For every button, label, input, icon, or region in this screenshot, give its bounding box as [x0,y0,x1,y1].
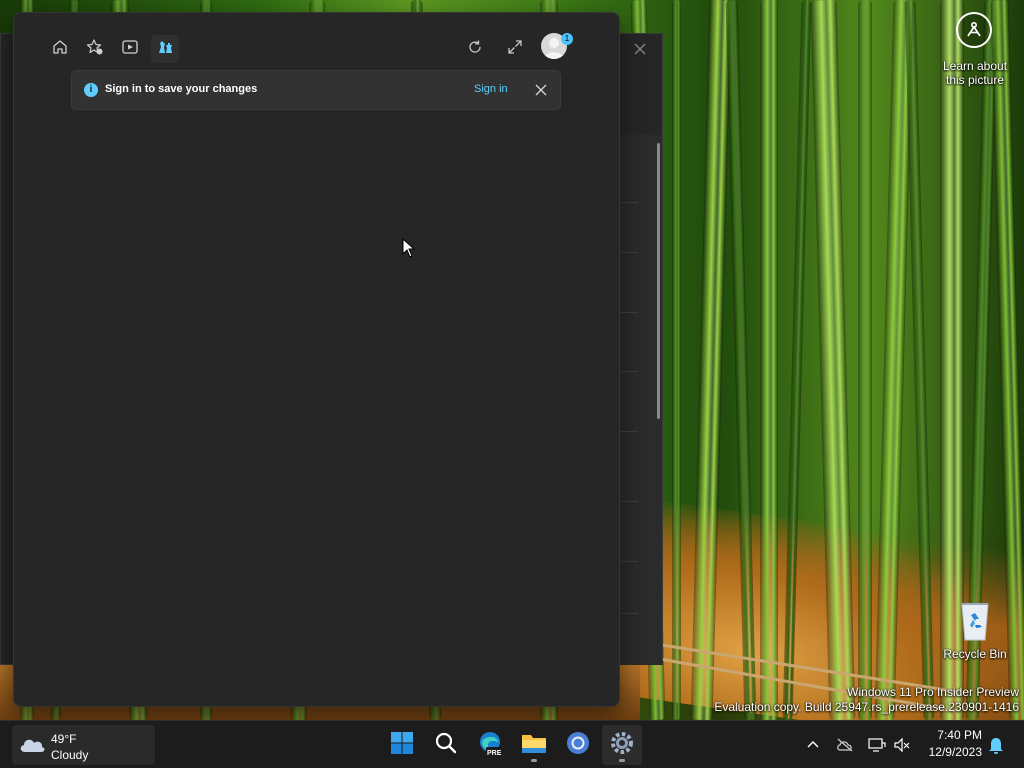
start-icon [390,731,414,759]
bamboo-stalk [760,0,778,720]
home-button[interactable] [46,35,74,63]
recycle-bin-label[interactable]: Recycle Bin [936,647,1014,661]
sign-in-link[interactable]: Sign in [474,83,508,95]
list-divider [620,371,638,372]
edge-preview-icon: PRE [477,730,503,760]
onedrive-offline-icon[interactable] [835,735,855,755]
search-icon [434,731,458,759]
edge-pre-badge: PRE [487,750,502,757]
home-icon [51,38,69,60]
windows-watermark: Windows 11 Pro Insider Preview Evaluatio… [714,685,1019,714]
list-divider [620,312,638,313]
running-indicator [531,759,537,762]
list-divider [620,202,638,203]
favorites-button[interactable] [81,35,109,63]
info-icon: i [84,83,98,97]
notification-bell-icon[interactable] [986,735,1006,755]
infobar-message: Sign in to save your changes [105,83,258,95]
games-tab[interactable] [151,35,179,63]
learn-about-picture-label[interactable]: Learn about this picture [936,59,1014,87]
refresh-icon [467,39,483,59]
signin-infobar: i Sign in to save your changes Sign in [71,70,561,110]
clock-date[interactable]: 12/9/2023 [918,745,982,759]
background-window-list [620,135,662,665]
expand-button[interactable] [501,35,529,63]
avatar-notification-badge: 1 [561,33,573,45]
list-divider [620,561,638,562]
scrollbar[interactable] [657,143,660,419]
weather-condition: Cloudy [51,748,89,762]
widgets-panel: 1 i Sign in to save your changes Sign in [13,12,620,707]
favorites-icon [86,38,104,60]
mouse-cursor-icon [402,237,416,258]
video-play-icon [121,38,139,60]
list-divider [620,501,638,502]
start-button[interactable] [382,725,422,765]
cloud-icon [18,734,46,754]
chrome-button[interactable] [558,725,598,765]
file-explorer-icon [521,731,547,759]
clock-time[interactable]: 7:40 PM [930,728,982,742]
learn-about-picture-icon[interactable] [956,12,992,48]
weather-widget[interactable]: 49°F Cloudy [12,725,155,765]
volume-muted-icon[interactable] [892,735,912,755]
list-divider [620,252,638,253]
list-divider [620,431,638,432]
weather-temperature: 49°F [51,732,77,746]
game-chess-icon [156,38,174,60]
video-button[interactable] [116,35,144,63]
taskbar: 49°F Cloudy PRE 7:40 PM 12/9/2023 [0,720,1024,768]
bamboo-stalk [672,0,681,720]
bamboo-stalk [858,0,872,720]
search-button[interactable] [426,725,466,765]
settings-icon [610,731,634,759]
running-indicator [619,759,625,762]
network-icon[interactable] [867,735,887,755]
close-icon[interactable] [631,40,649,58]
expand-icon [507,39,523,59]
recycle-bin-icon[interactable] [956,598,994,642]
chrome-icon [566,731,590,759]
close-icon[interactable] [534,82,548,96]
refresh-button[interactable] [461,35,489,63]
edge-preview-button[interactable]: PRE [470,725,510,765]
list-divider [620,613,638,614]
chevron-up-icon[interactable] [803,735,823,755]
